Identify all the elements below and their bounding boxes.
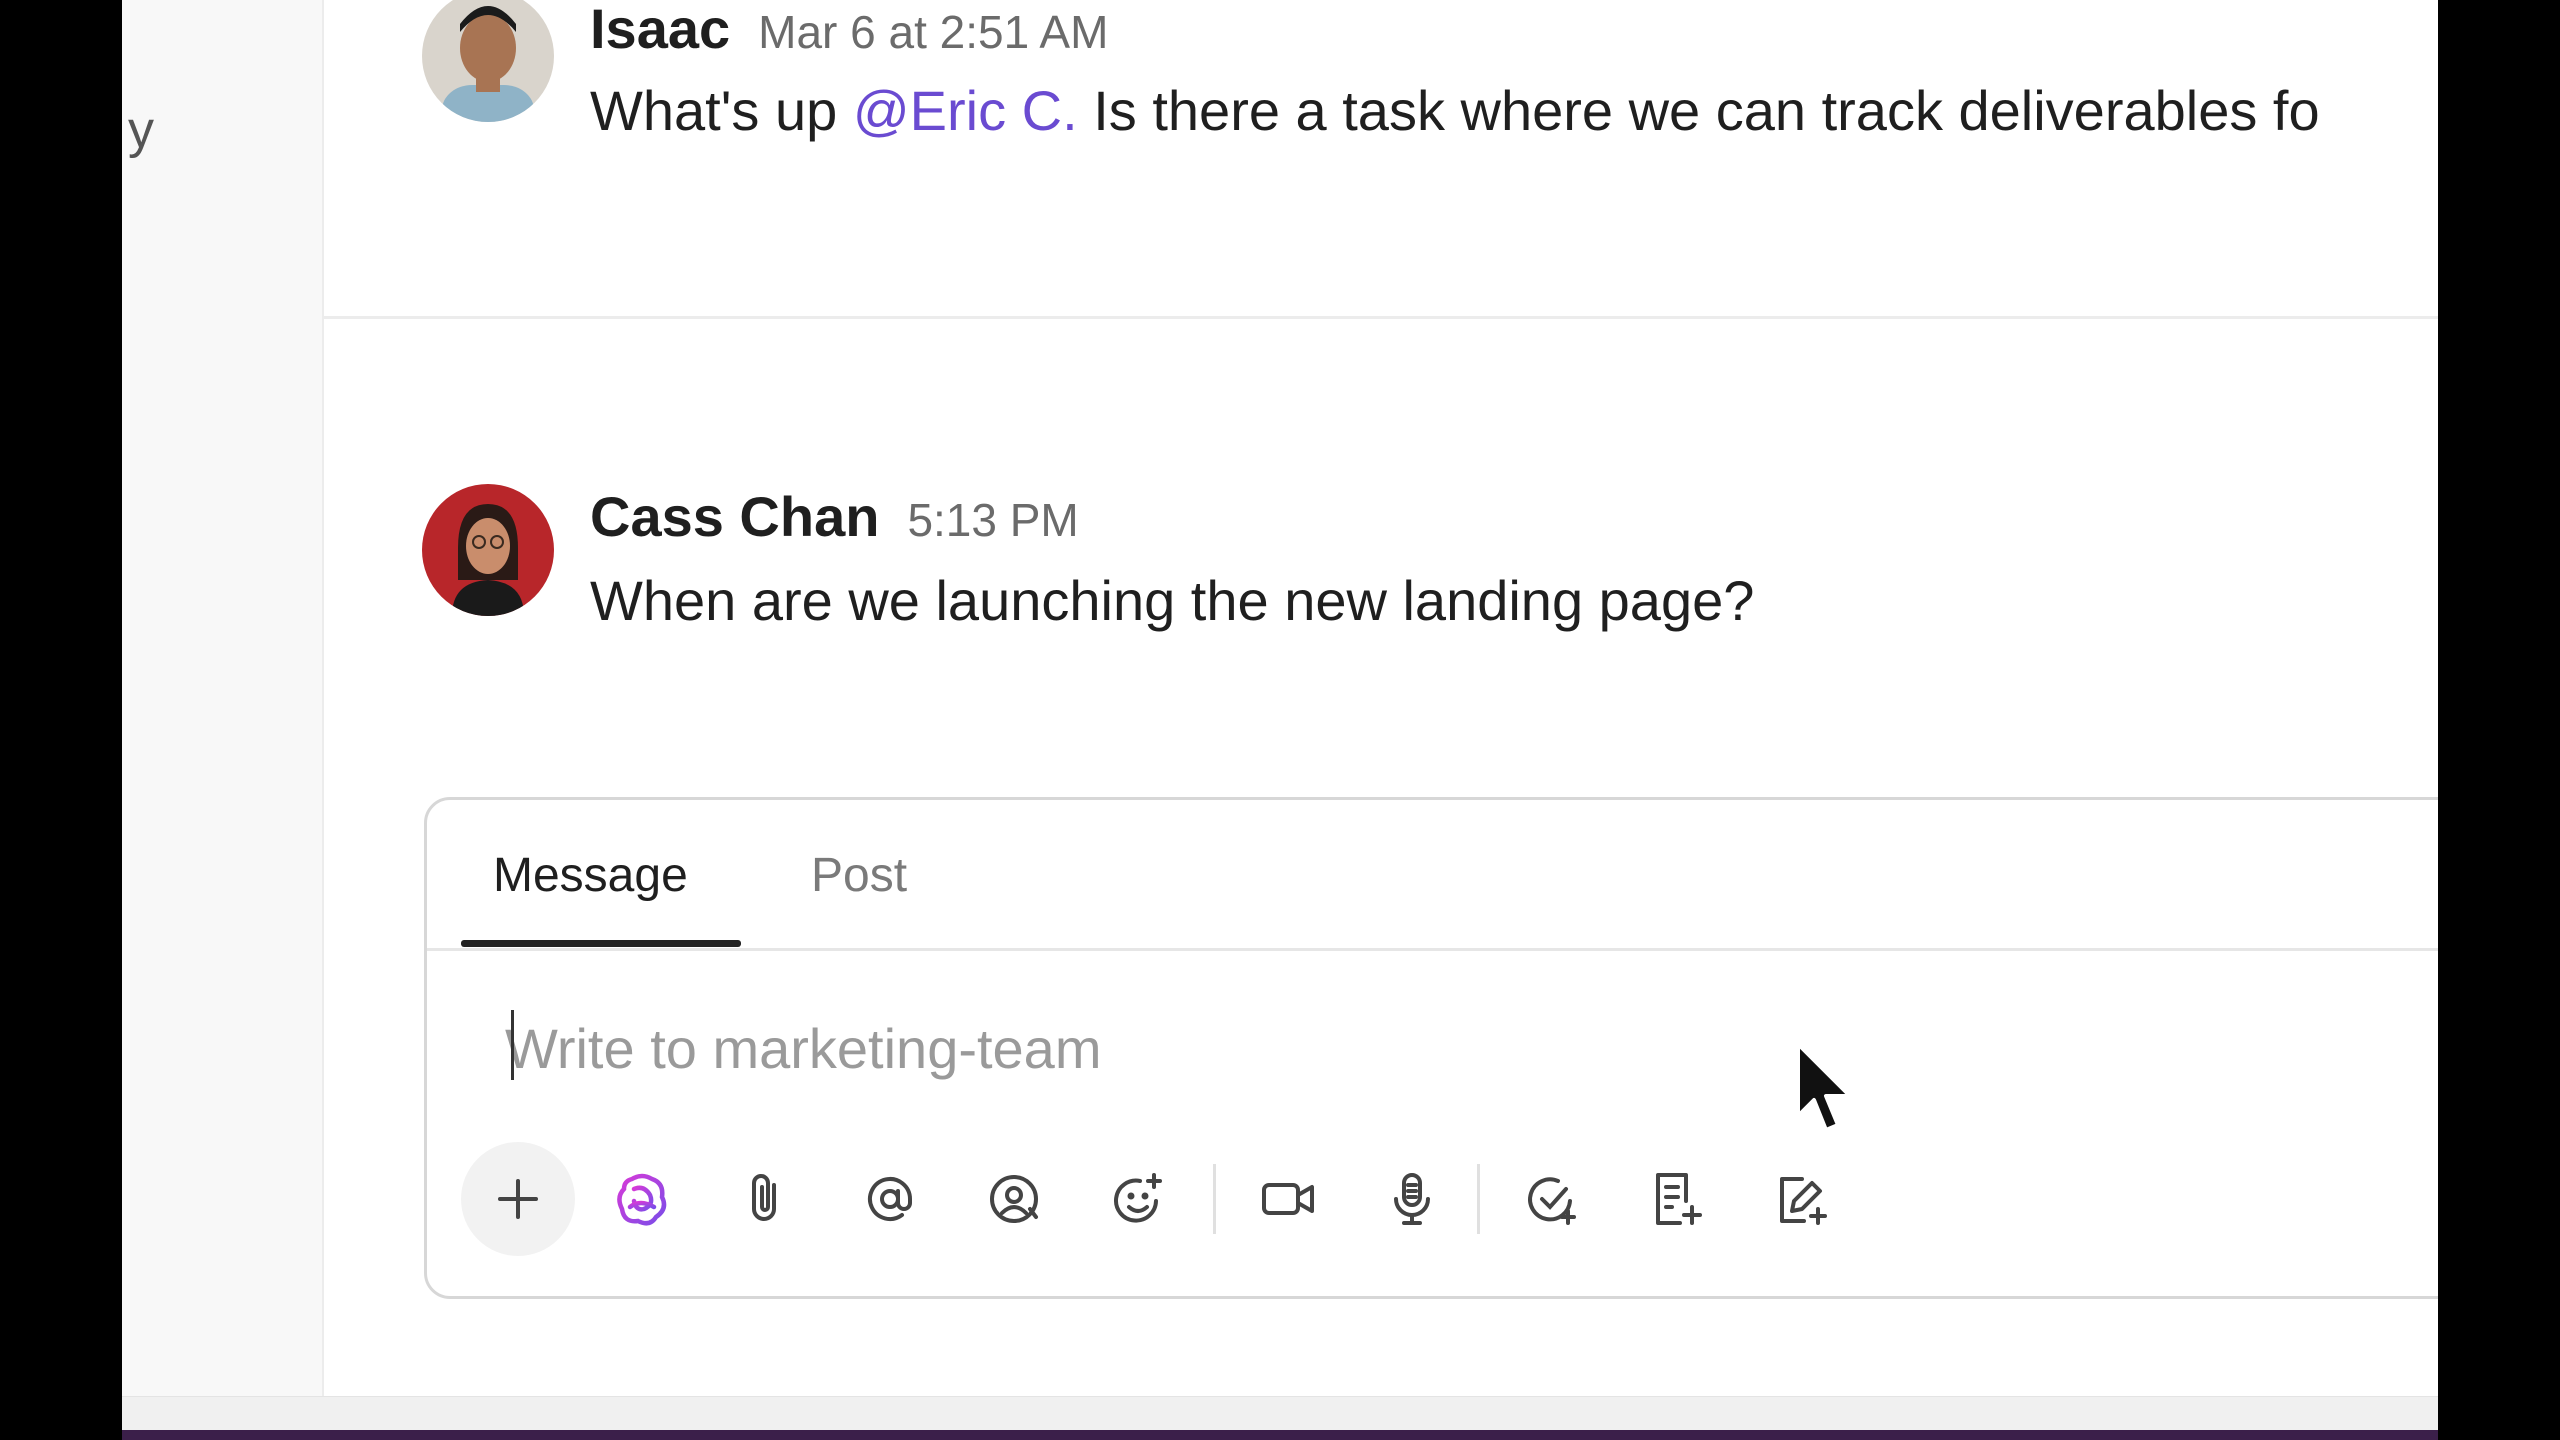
toolbar-separator xyxy=(1477,1164,1480,1234)
text-caret xyxy=(511,1010,514,1080)
emoji-add-icon[interactable] xyxy=(1081,1142,1195,1256)
doc-add-icon[interactable] xyxy=(1619,1142,1733,1256)
message-divider xyxy=(324,316,2438,319)
chat-view: y Isaac Mar 6 at 2:51 AM What's up @Eric … xyxy=(122,0,2438,1430)
message-text-part: Is there a task where we can track deliv… xyxy=(1077,79,2320,142)
message-text: What's up @Eric C. Is there a task where… xyxy=(590,78,2320,143)
whiteboard-add-icon[interactable] xyxy=(1743,1142,1857,1256)
author-name[interactable]: Cass Chan xyxy=(590,485,879,548)
message-timestamp[interactable]: Mar 6 at 2:51 AM xyxy=(758,6,1108,58)
sidebar-edge: y xyxy=(122,0,324,1396)
task-check-add-icon[interactable] xyxy=(1495,1142,1609,1256)
plus-icon[interactable] xyxy=(461,1142,575,1256)
message-text-part: What's up xyxy=(590,79,853,142)
tab-post[interactable]: Post xyxy=(811,848,907,903)
avatar-isaac[interactable] xyxy=(422,0,554,122)
video-clip-icon[interactable] xyxy=(1231,1142,1345,1256)
mouse-cursor-icon xyxy=(1796,1042,1852,1132)
composer-toolbar xyxy=(461,1142,1961,1256)
user-mention[interactable]: @Eric C. xyxy=(853,79,1078,142)
message-text: When are we launching the new landing pa… xyxy=(590,569,1755,632)
microphone-icon[interactable] xyxy=(1355,1142,1469,1256)
mention-person-icon[interactable] xyxy=(957,1142,1071,1256)
composer-tabs: Message Post xyxy=(427,800,2438,951)
window-bottom-edge xyxy=(122,1430,2438,1440)
message-composer: Message Post xyxy=(424,797,2438,1299)
ai-brain-icon[interactable] xyxy=(585,1142,699,1256)
at-mention-icon[interactable] xyxy=(833,1142,947,1256)
avatar-cass-chan[interactable] xyxy=(422,484,554,616)
active-tab-indicator xyxy=(461,940,741,947)
author-name[interactable]: Isaac xyxy=(590,0,730,60)
message-timestamp[interactable]: 5:13 PM xyxy=(907,494,1078,546)
toolbar-separator xyxy=(1213,1164,1216,1234)
message-input[interactable] xyxy=(505,1008,2405,1088)
bottom-bar xyxy=(122,1396,2438,1430)
tab-message[interactable]: Message xyxy=(493,848,688,903)
paperclip-icon[interactable] xyxy=(709,1142,823,1256)
sidebar-text-fragment: y xyxy=(128,101,154,159)
